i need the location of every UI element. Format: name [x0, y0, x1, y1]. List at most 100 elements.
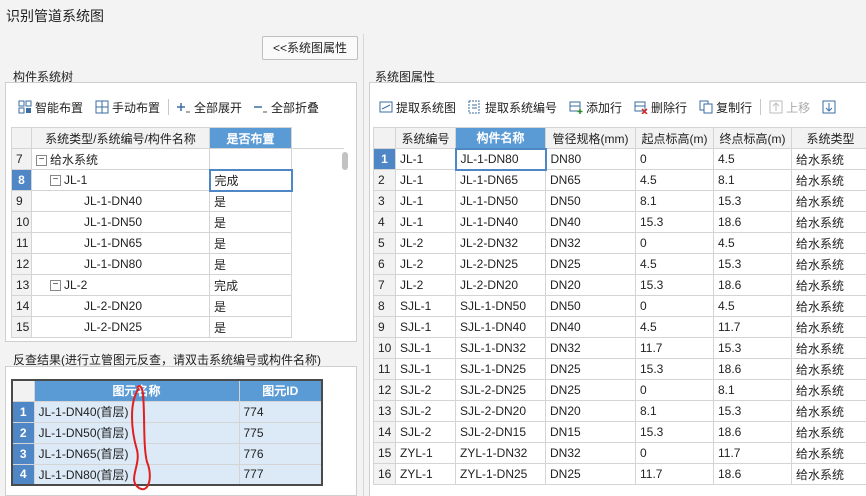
prop-row[interactable]: 9 SJL-1 SJL-1-DN40 DN40 4.5 11.7 给水系统: [373, 316, 866, 338]
prop-cell-end-elevation[interactable]: 11.7: [713, 442, 792, 464]
prop-row[interactable]: 1 JL-1 JL-1-DN80 DN80 0 4.5 给水系统: [373, 147, 866, 171]
prop-cell-component-name[interactable]: JL-2-DN25: [455, 253, 546, 275]
extract-number-button[interactable]: 提取系统编号: [462, 96, 563, 118]
prop-cell-system-number[interactable]: JL-1: [395, 211, 456, 233]
prop-cell-end-elevation[interactable]: 18.6: [713, 463, 792, 485]
prop-cell-system-number[interactable]: ZYL-1: [395, 442, 456, 464]
prop-row[interactable]: 13 SJL-2 SJL-2-DN20 DN20 8.1 15.3 给水系统: [373, 400, 866, 422]
prop-cell-system-type[interactable]: 给水系统: [791, 295, 866, 317]
prop-row[interactable]: 12 SJL-2 SJL-2-DN25 DN25 0 8.1 给水系统: [373, 379, 866, 401]
tree-row[interactable]: 12 JL-1-DN80 是: [11, 253, 344, 275]
add-row-button[interactable]: 添加行: [563, 96, 628, 118]
tree-collapse-icon[interactable]: −: [36, 154, 47, 166]
prop-cell-system-type[interactable]: 给水系统: [791, 316, 866, 338]
prop-cell-system-number[interactable]: JL-2: [395, 274, 456, 296]
prop-cell-component-name[interactable]: JL-1-DN40: [455, 211, 546, 233]
tree-collapse-icon[interactable]: −: [50, 175, 61, 187]
prop-cell-system-type[interactable]: 给水系统: [791, 232, 866, 254]
prop-row[interactable]: 4 JL-1 JL-1-DN40 DN40 15.3 18.6 给水系统: [373, 211, 866, 233]
move-up-button[interactable]: 上移: [763, 96, 816, 118]
prop-cell-component-name[interactable]: ZYL-1-DN25: [455, 463, 546, 485]
toggle-properties-button[interactable]: <<系统图属性: [262, 36, 358, 60]
prop-cell-system-type[interactable]: 给水系统: [791, 253, 866, 275]
prop-row[interactable]: 7 JL-2 JL-2-DN20 DN20 15.3 18.6 给水系统: [373, 274, 866, 296]
prop-cell-component-name[interactable]: SJL-2-DN25: [455, 379, 546, 401]
prop-cell-start-elevation[interactable]: 0: [635, 232, 714, 254]
prop-cell-system-number[interactable]: JL-1: [395, 190, 456, 212]
result-row-id[interactable]: 777: [238, 463, 323, 486]
prop-cell-start-elevation[interactable]: 4.5: [635, 169, 714, 191]
prop-cell-pipe-size[interactable]: DN32: [545, 337, 636, 359]
tree-collapse-icon[interactable]: −: [50, 280, 61, 292]
tree-row[interactable]: 10 JL-1-DN50 是: [11, 211, 344, 233]
prop-cell-pipe-size[interactable]: DN20: [545, 274, 636, 296]
prop-cell-component-name[interactable]: JL-1-DN50: [455, 190, 546, 212]
prop-header-component-name[interactable]: 构件名称: [455, 127, 546, 149]
prop-cell-component-name[interactable]: SJL-1-DN40: [455, 316, 546, 338]
prop-cell-system-type[interactable]: 给水系统: [791, 274, 866, 296]
tree-row[interactable]: 8− JL-1 完成: [11, 168, 344, 192]
prop-cell-pipe-size[interactable]: DN32: [545, 232, 636, 254]
prop-row[interactable]: 15 ZYL-1 ZYL-1-DN32 DN32 0 11.7 给水系统: [373, 442, 866, 464]
prop-cell-start-elevation[interactable]: 15.3: [635, 274, 714, 296]
tree-header-name[interactable]: 系统类型/系统编号/构件名称: [31, 127, 210, 149]
prop-cell-system-number[interactable]: SJL-2: [395, 379, 456, 401]
prop-cell-end-elevation[interactable]: 4.5: [713, 148, 792, 170]
collapse-all-button[interactable]: 全部折叠: [248, 96, 325, 118]
prop-row[interactable]: 6 JL-2 JL-2-DN25 DN25 4.5 15.3 给水系统: [373, 253, 866, 275]
result-row-name[interactable]: JL-1-DN80(首层): [33, 463, 240, 486]
prop-cell-system-number[interactable]: JL-2: [395, 253, 456, 275]
prop-cell-pipe-size[interactable]: DN32: [545, 442, 636, 464]
prop-cell-component-name[interactable]: JL-2-DN20: [455, 274, 546, 296]
prop-cell-end-elevation[interactable]: 18.6: [713, 421, 792, 443]
prop-row[interactable]: 11 SJL-1 SJL-1-DN25 DN25 15.3 18.6 给水系统: [373, 358, 866, 380]
prop-cell-pipe-size[interactable]: DN20: [545, 400, 636, 422]
prop-row[interactable]: 14 SJL-2 SJL-2-DN15 DN15 15.3 18.6 给水系统: [373, 421, 866, 443]
result-row-id[interactable]: 775: [238, 421, 323, 444]
tree-header-placed[interactable]: 是否布置: [209, 127, 292, 149]
copy-row-button[interactable]: 复制行: [693, 96, 758, 118]
result-row-id[interactable]: 776: [238, 442, 323, 465]
prop-header-system-number[interactable]: 系统编号: [395, 127, 456, 149]
prop-cell-start-elevation[interactable]: 0: [635, 148, 714, 170]
prop-header-start-elevation[interactable]: 起点标高(m): [635, 127, 714, 149]
tree-row-name[interactable]: JL-1-DN50: [31, 211, 210, 233]
prop-cell-end-elevation[interactable]: 8.1: [713, 169, 792, 191]
prop-cell-end-elevation[interactable]: 15.3: [713, 400, 792, 422]
prop-cell-pipe-size[interactable]: DN25: [545, 253, 636, 275]
result-row[interactable]: 4 JL-1-DN80(首层) 777: [11, 463, 323, 486]
prop-cell-system-type[interactable]: 给水系统: [791, 169, 866, 191]
prop-cell-start-elevation[interactable]: 0: [635, 442, 714, 464]
prop-cell-pipe-size[interactable]: DN25: [545, 463, 636, 485]
prop-cell-end-elevation[interactable]: 18.6: [713, 211, 792, 233]
prop-cell-component-name[interactable]: SJL-2-DN15: [455, 421, 546, 443]
prop-cell-start-elevation[interactable]: 11.7: [635, 337, 714, 359]
prop-cell-pipe-size[interactable]: DN50: [545, 190, 636, 212]
prop-cell-end-elevation[interactable]: 15.3: [713, 190, 792, 212]
prop-cell-system-type[interactable]: 给水系统: [791, 421, 866, 443]
prop-cell-component-name[interactable]: JL-1-DN80: [454, 147, 547, 171]
prop-cell-system-number[interactable]: JL-1: [395, 169, 456, 191]
result-row[interactable]: 2 JL-1-DN50(首层) 775: [11, 421, 323, 444]
prop-cell-end-elevation[interactable]: 18.6: [713, 358, 792, 380]
prop-header-end-elevation[interactable]: 终点标高(m): [713, 127, 792, 149]
tree-row-placed[interactable]: 是: [209, 253, 292, 275]
result-header-name[interactable]: 图元名称: [33, 379, 240, 402]
prop-cell-start-elevation[interactable]: 11.7: [635, 463, 714, 485]
prop-cell-start-elevation[interactable]: 8.1: [635, 400, 714, 422]
result-row[interactable]: 1 JL-1-DN40(首层) 774: [11, 400, 323, 423]
result-row[interactable]: 3 JL-1-DN65(首层) 776: [11, 442, 323, 465]
prop-row[interactable]: 3 JL-1 JL-1-DN50 DN50 8.1 15.3 给水系统: [373, 190, 866, 212]
prop-cell-component-name[interactable]: JL-2-DN32: [455, 232, 546, 254]
tree-row-placed[interactable]: 是: [209, 190, 292, 212]
tree-row-name[interactable]: − JL-2: [31, 274, 210, 296]
prop-cell-system-type[interactable]: 给水系统: [791, 463, 866, 485]
extract-diagram-button[interactable]: 提取系统图: [373, 96, 462, 118]
tree-row-name[interactable]: − 给水系统: [31, 148, 210, 170]
tree-scrollbar-thumb[interactable]: [342, 152, 348, 170]
tree-row-name[interactable]: JL-2-DN20: [31, 295, 210, 317]
prop-cell-end-elevation[interactable]: 11.7: [713, 316, 792, 338]
tree-row-placed[interactable]: 完成: [209, 274, 292, 296]
prop-cell-component-name[interactable]: SJL-1-DN32: [455, 337, 546, 359]
prop-cell-system-type[interactable]: 给水系统: [791, 400, 866, 422]
